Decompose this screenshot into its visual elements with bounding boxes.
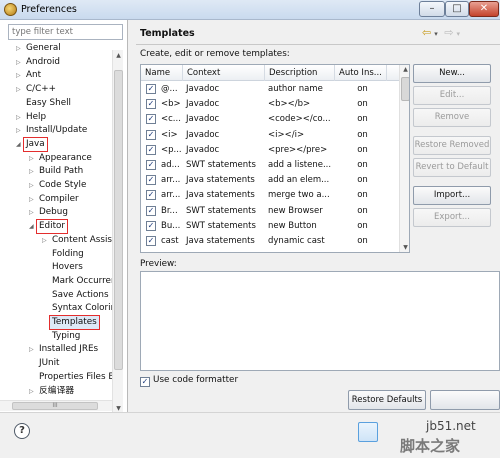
expand-arrow-icon[interactable]: ▷ <box>16 56 21 69</box>
use-code-formatter-checkbox[interactable]: ✓ Use code formatter <box>140 375 238 387</box>
tree-horizontal-scrollbar[interactable]: III <box>0 400 112 411</box>
column-header-context[interactable]: Context <box>183 65 265 81</box>
table-row[interactable]: ✓ arr... Java statements add an elem... … <box>141 173 399 188</box>
maximize-button[interactable]: □ <box>445 1 469 17</box>
filter-input[interactable] <box>8 24 123 40</box>
row-checkbox[interactable]: ✓ <box>146 205 156 216</box>
table-row[interactable]: ✓ <b> Javadoc <b></b> on <box>141 97 399 112</box>
checkbox-check-icon[interactable]: ✓ <box>140 377 150 387</box>
expand-arrow-icon[interactable]: ▷ <box>29 206 34 219</box>
row-checkbox[interactable]: ✓ <box>146 190 156 201</box>
scroll-up-icon[interactable]: ▲ <box>400 66 409 73</box>
row-checkbox[interactable]: ✓ <box>146 175 156 186</box>
page-title: Templates <box>140 28 195 39</box>
new-button[interactable]: New... <box>413 64 491 83</box>
row-checkbox[interactable]: ✓ <box>146 220 156 231</box>
back-arrow-icon[interactable]: ⇦ <box>422 26 431 39</box>
column-header-description[interactable]: Description <box>265 65 335 81</box>
forward-menu-icon[interactable]: ▾ <box>456 30 460 38</box>
expand-arrow-icon[interactable]: ▷ <box>16 69 21 82</box>
column-header-auto-insert[interactable]: Auto Ins... <box>335 65 387 81</box>
expand-arrow-icon[interactable]: ▷ <box>16 124 21 137</box>
help-icon[interactable]: ? <box>14 423 30 439</box>
scroll-up-icon[interactable]: ▲ <box>113 52 124 59</box>
table-header: Name Context Description Auto Ins... <box>141 65 399 81</box>
table-row[interactable]: ✓ Br... SWT statements new Browser on <box>141 204 399 219</box>
import-button[interactable]: Import... <box>413 186 491 205</box>
restore-removed-button[interactable]: Restore Removed <box>413 136 491 155</box>
table-row[interactable]: ✓ cast Java statements dynamic cast on <box>141 234 399 249</box>
expand-arrow-icon[interactable]: ▷ <box>29 343 34 356</box>
remove-button[interactable]: Remove <box>413 108 491 127</box>
eclipse-icon <box>4 3 17 16</box>
minimize-button[interactable]: – <box>419 1 445 17</box>
templates-page: Templates ⇦ ▾ ⇨ ▾ Create, edit or remove t… <box>130 20 500 412</box>
templates-table[interactable]: Name Context Description Auto Ins... ✓ @… <box>140 64 410 253</box>
collapse-arrow-icon[interactable]: ◢ <box>29 220 34 233</box>
row-checkbox[interactable]: ✓ <box>146 160 156 170</box>
expand-arrow-icon[interactable]: ▷ <box>16 83 21 96</box>
scroll-thumb[interactable]: III <box>12 402 98 410</box>
edit-button[interactable]: Edit... <box>413 86 491 105</box>
table-row[interactable]: ✓ Bu... SWT statements new Button on <box>141 219 399 234</box>
table-row[interactable]: ✓ @... Javadoc author name on <box>141 82 399 97</box>
expand-arrow-icon[interactable]: ▷ <box>29 193 34 206</box>
expand-arrow-icon[interactable]: ▷ <box>29 165 34 178</box>
preview-area[interactable] <box>140 271 500 371</box>
preference-tree: ▷ General ▷ Android ▷ Ant ▷ C/C++ Easy Shell… <box>16 42 112 398</box>
preference-tree-pane: ▷General ▷Android ▷Ant ▷C/C++ Easy Shell… <box>0 20 128 414</box>
row-checkbox[interactable]: ✓ <box>146 129 156 140</box>
expand-arrow-icon[interactable]: ▷ <box>16 42 21 55</box>
scroll-thumb[interactable] <box>401 77 409 101</box>
page-description: Create, edit or remove templates: <box>140 49 290 59</box>
table-row[interactable]: ✓ <i> Javadoc <i></i> on <box>141 128 399 143</box>
table-row[interactable]: ✓ arr... Java statements merge two a... … <box>141 188 399 203</box>
apply-button[interactable] <box>430 390 500 410</box>
scroll-thumb[interactable] <box>114 70 123 370</box>
table-row[interactable]: ✓ ad... SWT statements add a listene... … <box>141 158 399 173</box>
expand-arrow-icon[interactable]: ▷ <box>16 111 21 124</box>
scroll-down-icon[interactable]: ▼ <box>113 405 124 412</box>
title-bar: Preferences – □ ✕ <box>0 0 500 20</box>
close-button[interactable]: ✕ <box>469 1 499 17</box>
expand-arrow-icon[interactable]: ▷ <box>29 179 34 192</box>
scroll-down-icon[interactable]: ▼ <box>400 244 409 251</box>
column-header-name[interactable]: Name <box>141 65 183 81</box>
row-checkbox[interactable]: ✓ <box>146 84 156 94</box>
preview-label: Preview: <box>140 259 177 269</box>
row-checkbox[interactable]: ✓ <box>146 144 156 155</box>
expand-arrow-icon[interactable]: ▷ <box>29 152 34 165</box>
use-code-formatter-label: Use code formatter <box>153 375 239 385</box>
export-button[interactable]: Export... <box>413 208 491 227</box>
header-divider <box>136 44 500 45</box>
table-row[interactable]: ✓ <p... Javadoc <pre></pre> on <box>141 143 399 158</box>
watermark-url: jb51.net <box>426 419 476 433</box>
watermark-text: 脚本之家 <box>400 437 461 455</box>
back-menu-icon[interactable]: ▾ <box>434 30 438 38</box>
ok-button[interactable] <box>358 422 378 442</box>
table-vertical-scrollbar[interactable]: ▲ ▼ <box>399 65 409 252</box>
expand-arrow-icon[interactable]: ▷ <box>42 234 47 247</box>
revert-to-default-button[interactable]: Revert to Default <box>413 158 491 177</box>
forward-arrow-icon[interactable]: ⇨ <box>444 26 453 39</box>
row-checkbox[interactable]: ✓ <box>146 236 156 246</box>
collapse-arrow-icon[interactable]: ◢ <box>16 138 21 151</box>
tree-vertical-scrollbar[interactable]: ▲ ▼ <box>112 50 123 414</box>
row-checkbox[interactable]: ✓ <box>146 99 156 110</box>
dialog-footer: ? jb51.net 脚本之家 <box>0 412 500 458</box>
expand-arrow-icon[interactable]: ▷ <box>29 385 34 398</box>
row-checkbox[interactable]: ✓ <box>146 114 156 125</box>
page-navigation: ⇦ ▾ ⇨ ▾ <box>422 26 463 39</box>
table-row[interactable]: ✓ <c... Javadoc <code></co... on <box>141 112 399 127</box>
restore-defaults-button[interactable]: Restore Defaults <box>348 390 426 410</box>
window-title: Preferences <box>21 4 77 15</box>
